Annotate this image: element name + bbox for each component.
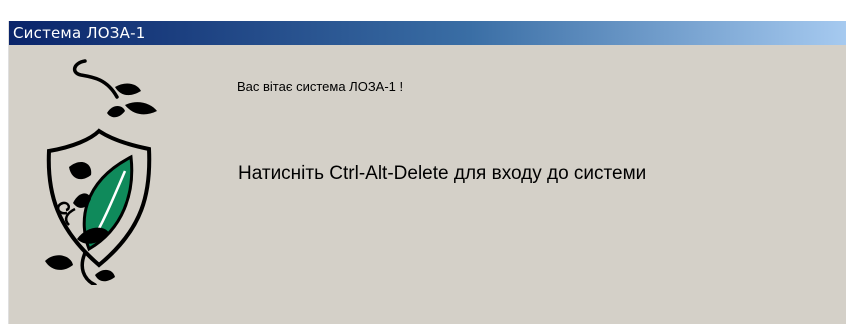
login-instruction: Натисніть Ctrl-Alt-Delete для входу до с… [238, 163, 647, 184]
title-bar[interactable]: Система ЛОЗА-1 [9, 21, 846, 45]
welcome-message: Вас вітає система ЛОЗА-1 ! [237, 79, 404, 94]
window-title: Система ЛОЗА-1 [13, 24, 146, 42]
logon-dialog: Система ЛОЗА-1 Вас вітає система ЛОЗА-1 … [8, 21, 846, 324]
vine-shield-logo-icon [45, 59, 157, 285]
